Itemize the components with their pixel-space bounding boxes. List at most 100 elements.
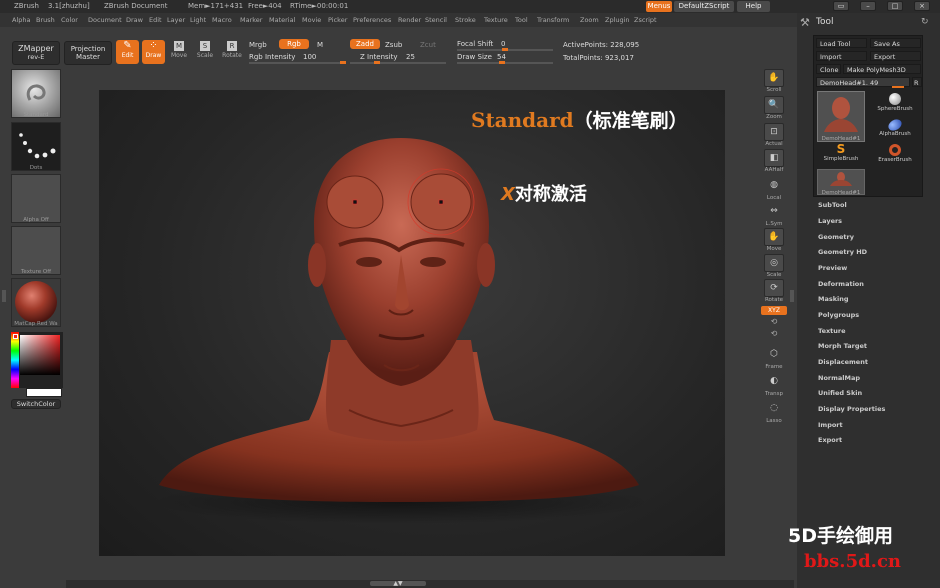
zadd-button[interactable]: Zadd [350, 39, 380, 49]
window-close-icon[interactable]: × [914, 1, 930, 11]
menu-zoom[interactable]: Zoom [580, 16, 599, 24]
brush-selector[interactable] [11, 69, 61, 118]
projection-master-button[interactable]: Projection Master [64, 41, 112, 65]
zcut-button[interactable]: Zcut [420, 41, 436, 49]
palette-refresh-icon[interactable]: ↻ [921, 17, 929, 27]
current-tool-slider-knob[interactable] [892, 86, 904, 88]
window-restore-icon[interactable]: ▭ [833, 1, 849, 11]
menu-preferences[interactable]: Preferences [353, 16, 391, 24]
canvas-viewport[interactable]: Standard（标准笔刷） X对称激活 [99, 90, 725, 556]
menu-draw[interactable]: Draw [126, 16, 143, 24]
tool-thumb-spherebrush[interactable]: SphereBrush [870, 91, 920, 115]
material-selector[interactable] [11, 278, 61, 327]
z-intensity-slider[interactable] [350, 62, 446, 64]
preview-menu[interactable]: Preview [818, 264, 847, 272]
import-menu[interactable]: Import [818, 421, 843, 429]
transp-button[interactable]: ◐ Transp [761, 373, 787, 397]
menu-zscript[interactable]: Zscript [634, 16, 657, 24]
edit-button[interactable]: ✎ Edit [116, 40, 139, 64]
zsub-button[interactable]: Zsub [385, 41, 402, 49]
export-menu[interactable]: Export [818, 436, 842, 444]
z-intensity-knob[interactable] [374, 61, 380, 64]
stroke-selector[interactable] [11, 122, 61, 171]
scale-view-button[interactable]: ◎ Scale [761, 254, 787, 278]
menu-edit[interactable]: Edit [149, 16, 162, 24]
focal-shift-knob[interactable] [502, 48, 508, 51]
color-picker[interactable] [11, 332, 63, 388]
menu-document[interactable]: Document [88, 16, 122, 24]
draw-size-slider[interactable] [457, 62, 553, 64]
r-button[interactable]: R [912, 77, 922, 87]
polygroups-menu[interactable]: Polygroups [818, 311, 859, 319]
tool-thumb-demohead[interactable]: DemoHead#1 [817, 91, 865, 142]
load-tool-button[interactable]: Load Tool [816, 38, 867, 48]
move-view-button[interactable]: ✋ Move [761, 228, 787, 252]
draw-size-knob[interactable] [499, 61, 505, 64]
menu-stencil[interactable]: Stencil [425, 16, 447, 24]
tool-thumb-alphabrush[interactable]: AlphaBrush [870, 117, 920, 141]
bottom-tray-toggle[interactable]: ▲▼ [370, 581, 426, 587]
display-properties-menu[interactable]: Display Properties [818, 405, 885, 413]
switch-color-button[interactable]: SwitchColor [11, 399, 61, 409]
deformation-menu[interactable]: Deformation [818, 280, 864, 288]
rotate-button[interactable]: R Rotate [220, 40, 244, 64]
tool-thumb-demohead-2[interactable]: DemoHead#1 [817, 169, 865, 196]
mrgb-button[interactable]: Mrgb [249, 41, 267, 49]
menu-transform[interactable]: Transform [537, 16, 569, 24]
subtool-menu[interactable]: SubTool [818, 201, 847, 209]
actual-button[interactable]: ⊡ Actual [761, 123, 787, 147]
menu-brush[interactable]: Brush [36, 16, 55, 24]
clone-button[interactable]: Clone [816, 64, 841, 74]
help-button[interactable]: Help [737, 1, 770, 12]
tool-thumb-simplebrush[interactable]: S SimpleBrush [817, 143, 865, 167]
menu-zplugin[interactable]: Zplugin [605, 16, 630, 24]
geometry-hd-menu[interactable]: Geometry HD [818, 248, 867, 256]
geometry-menu[interactable]: Geometry [818, 233, 854, 241]
layers-menu[interactable]: Layers [818, 217, 842, 225]
alpha-selector[interactable] [11, 174, 61, 223]
import-tool-button[interactable]: Import [816, 51, 867, 61]
main-color-swatch[interactable] [13, 334, 18, 339]
frame-button[interactable]: ⬡ Frame [761, 346, 787, 370]
zoom-button[interactable]: 🔍 Zoom [761, 96, 787, 120]
menu-tool[interactable]: Tool [515, 16, 528, 24]
window-minimize-icon[interactable]: – [860, 1, 876, 11]
secondary-color-swatch[interactable] [26, 388, 62, 397]
rgb-intensity-slider[interactable] [249, 62, 345, 64]
menus-button[interactable]: Menus [646, 1, 672, 12]
menu-marker[interactable]: Marker [240, 16, 262, 24]
draw-button[interactable]: ⁘ Draw [142, 40, 165, 64]
z-axis-rotate-button[interactable]: ⟲ [761, 329, 787, 338]
hue-bar[interactable] [11, 332, 19, 388]
save-as-button[interactable]: Save As [870, 38, 921, 48]
local-button[interactable]: ◍ Local [761, 177, 787, 201]
texture-selector[interactable] [11, 226, 61, 275]
menu-material[interactable]: Material [269, 16, 295, 24]
export-tool-button[interactable]: Export [870, 51, 921, 61]
texture-menu[interactable]: Texture [818, 327, 846, 335]
menu-alpha[interactable]: Alpha [12, 16, 30, 24]
y-axis-rotate-button[interactable]: ⟲ [761, 317, 787, 326]
window-maximize-icon[interactable]: □ [887, 1, 903, 11]
menu-color[interactable]: Color [61, 16, 78, 24]
tool-thumb-eraserbrush[interactable]: EraserBrush [870, 143, 920, 167]
menu-render[interactable]: Render [398, 16, 421, 24]
menu-light[interactable]: Light [190, 16, 206, 24]
morph-target-menu[interactable]: Morph Target [818, 342, 867, 350]
menu-layer[interactable]: Layer [167, 16, 185, 24]
menu-macro[interactable]: Macro [212, 16, 232, 24]
menu-stroke[interactable]: Stroke [455, 16, 476, 24]
menu-movie[interactable]: Movie [302, 16, 321, 24]
m-button[interactable]: M [317, 41, 323, 49]
zmapper-button[interactable]: ZMapper rev-E [12, 41, 60, 65]
saturation-square[interactable] [20, 335, 60, 375]
move-button[interactable]: M Move [168, 40, 190, 64]
scroll-button[interactable]: ✋ Scroll [761, 69, 787, 93]
menu-texture[interactable]: Texture [484, 16, 508, 24]
rgb-button[interactable]: Rgb [279, 39, 309, 49]
lsym-button[interactable]: ⇔ L.Sym [761, 203, 787, 227]
scale-button[interactable]: S Scale [194, 40, 216, 64]
lasso-button[interactable]: ◌ Lasso [761, 400, 787, 424]
masking-menu[interactable]: Masking [818, 295, 849, 303]
rotate-view-button[interactable]: ⟳ Rotate [761, 279, 787, 303]
